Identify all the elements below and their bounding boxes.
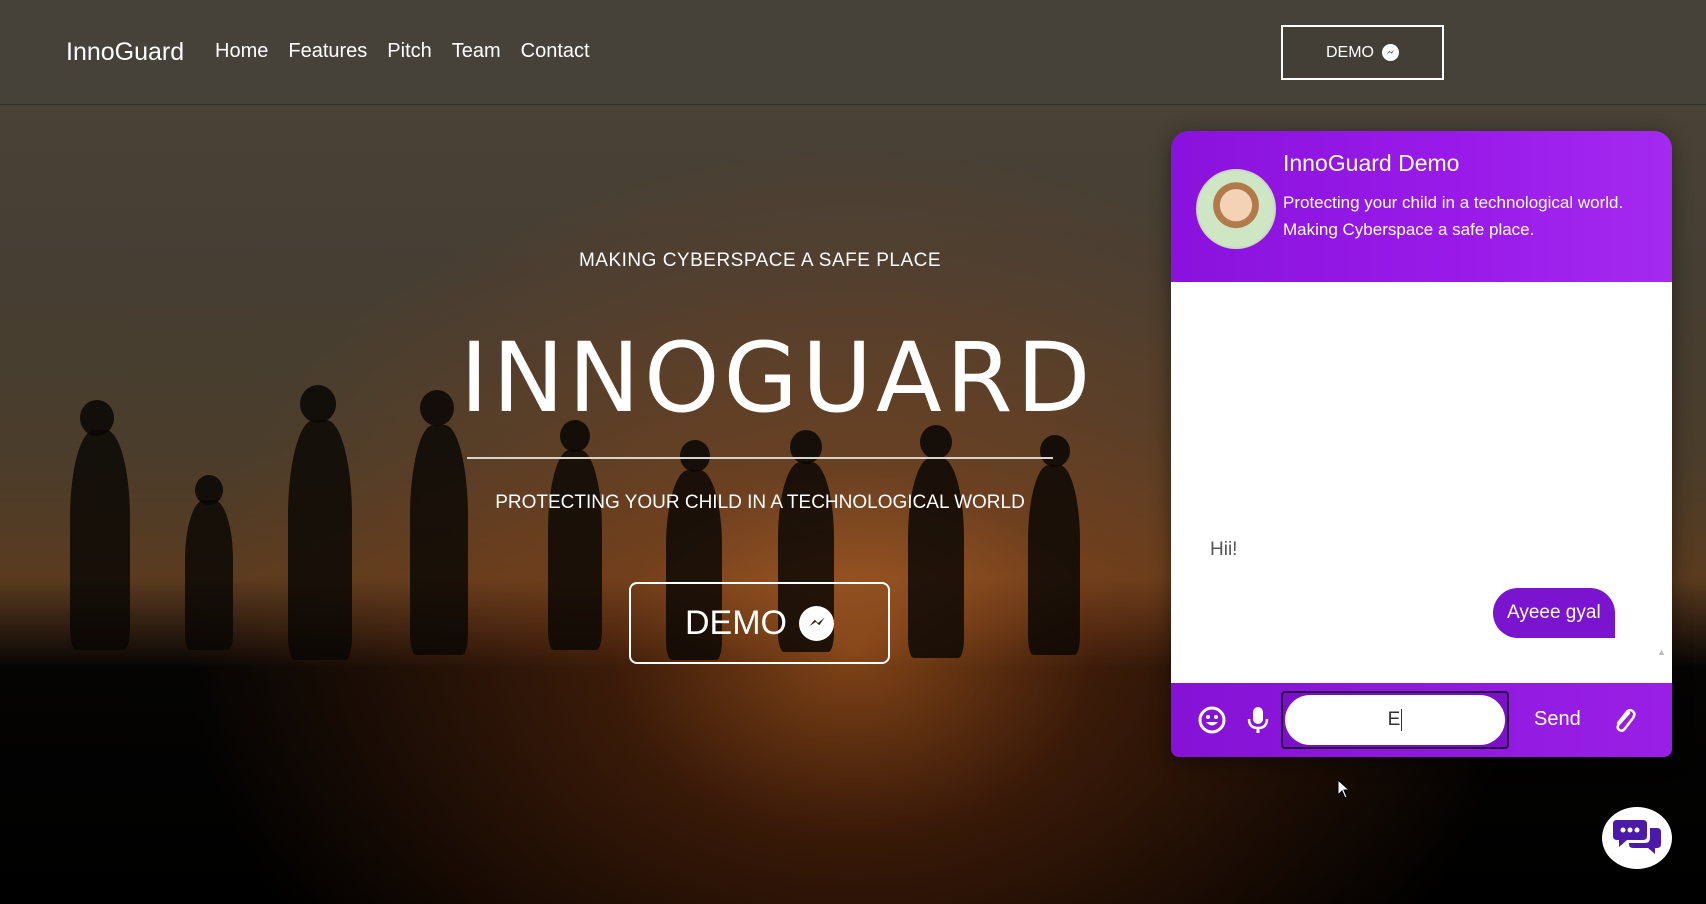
chat-bubbles-icon bbox=[1613, 816, 1661, 861]
bot-avatar bbox=[1196, 169, 1276, 249]
brand-logo-link[interactable]: InnoGuard bbox=[66, 38, 184, 67]
chat-header: InnoGuard Demo Protecting your child in … bbox=[1171, 131, 1672, 282]
nav-link-contact[interactable]: Contact bbox=[521, 40, 590, 63]
chat-messages[interactable]: Hii! Ayeee gyal ▲ ▼ bbox=[1171, 282, 1672, 683]
chat-launcher-button[interactable] bbox=[1602, 807, 1672, 869]
nav-link-team[interactable]: Team bbox=[452, 40, 501, 63]
chat-title: InnoGuard Demo bbox=[1283, 150, 1460, 176]
hero-demo-button[interactable]: DEMO bbox=[629, 582, 890, 664]
hero-title: INNOGUARD bbox=[460, 322, 1095, 434]
nav-link-features[interactable]: Features bbox=[288, 40, 367, 63]
hero-subtitle: PROTECTING YOUR CHILD IN A TECHNOLOGICAL… bbox=[495, 492, 1025, 513]
nav-link-home[interactable]: Home bbox=[215, 40, 268, 63]
mouse-cursor-icon bbox=[1337, 778, 1351, 804]
send-button[interactable]: Send bbox=[1534, 708, 1581, 731]
microphone-icon[interactable] bbox=[1243, 705, 1273, 735]
chat-composer: E Send bbox=[1171, 683, 1672, 757]
paperclip-icon[interactable] bbox=[1609, 705, 1639, 735]
nav-links: Home Features Pitch Team Contact bbox=[215, 40, 590, 63]
chat-widget: InnoGuard Demo Protecting your child in … bbox=[1171, 131, 1672, 757]
scroll-up-arrow-icon[interactable]: ▲ bbox=[1657, 647, 1666, 657]
emoji-icon[interactable] bbox=[1197, 705, 1227, 735]
navbar: InnoGuard Home Features Pitch Team Conta… bbox=[0, 0, 1706, 105]
nav-link-pitch[interactable]: Pitch bbox=[387, 40, 431, 63]
messenger-icon bbox=[799, 605, 834, 641]
text-caret bbox=[1401, 709, 1403, 731]
user-message: Ayeee gyal bbox=[1493, 588, 1615, 638]
nav-demo-button[interactable]: DEMO bbox=[1281, 25, 1444, 80]
message-input-field[interactable]: E bbox=[1285, 695, 1505, 745]
hero-divider bbox=[467, 457, 1053, 459]
nav-demo-label: DEMO bbox=[1326, 43, 1374, 61]
chat-description: Protecting your child in a technological… bbox=[1283, 193, 1624, 239]
hero-tagline: MAKING CYBERSPACE A SAFE PLACE bbox=[578, 250, 942, 271]
message-input[interactable]: E bbox=[1281, 691, 1509, 749]
hero-demo-label: DEMO bbox=[685, 603, 787, 642]
bot-message: Hii! bbox=[1210, 539, 1238, 560]
messenger-icon bbox=[1382, 44, 1399, 61]
message-input-value: E bbox=[1387, 709, 1401, 730]
